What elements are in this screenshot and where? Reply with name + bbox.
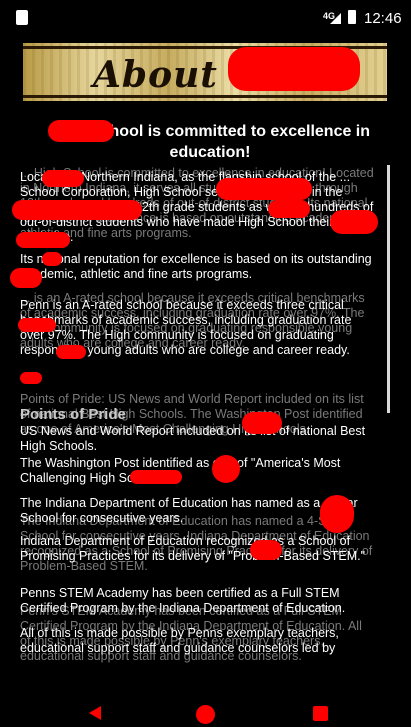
redaction-mark — [42, 252, 62, 266]
closing-paragraph: All of this is made possible by Penns ex… — [20, 626, 339, 655]
redaction-mark — [42, 170, 84, 187]
redaction-mark — [242, 412, 282, 434]
pride-item: Indiana Department of Education recogniz… — [20, 534, 366, 563]
redaction-mark — [12, 200, 142, 220]
cell-signal-icon — [330, 13, 341, 24]
back-triangle-icon[interactable] — [89, 706, 101, 720]
redaction-mark — [48, 120, 114, 142]
redaction-mark — [268, 200, 310, 218]
banner-title: About — [93, 54, 218, 96]
status-bar: 4G 12:46 — [0, 0, 411, 36]
redaction-mark — [18, 318, 56, 332]
home-circle-icon[interactable] — [196, 705, 215, 724]
redaction-mark — [228, 47, 360, 91]
redaction-mark — [56, 345, 86, 359]
points-of-pride-title: Points of Pride — [20, 406, 126, 423]
recent-apps-square-icon[interactable] — [313, 706, 328, 721]
status-time: 12:46 — [364, 10, 402, 27]
redaction-mark — [216, 178, 312, 200]
pride-item: The Washington Post identified as one of… — [20, 456, 341, 485]
navigation-bar — [0, 690, 411, 727]
redaction-mark — [10, 268, 42, 288]
pride-item: US News and World Report included on its… — [20, 424, 366, 453]
pride-item: Penns STEM Academy has been certified as… — [20, 586, 346, 615]
redaction-mark — [250, 540, 282, 560]
redaction-mark — [212, 455, 240, 483]
scrollbar-thumb[interactable] — [387, 165, 390, 413]
redaction-mark — [20, 372, 42, 384]
battery-charging-icon — [348, 10, 356, 24]
redaction-mark — [130, 470, 182, 484]
redaction-mark — [330, 210, 378, 234]
reputation-paragraph: Its national reputation for excellence i… — [20, 252, 372, 281]
sd-card-icon — [16, 10, 28, 25]
content-area[interactable]: ... High School is committed to excellen… — [20, 166, 380, 686]
redaction-mark — [320, 495, 354, 533]
redaction-mark — [16, 232, 70, 248]
